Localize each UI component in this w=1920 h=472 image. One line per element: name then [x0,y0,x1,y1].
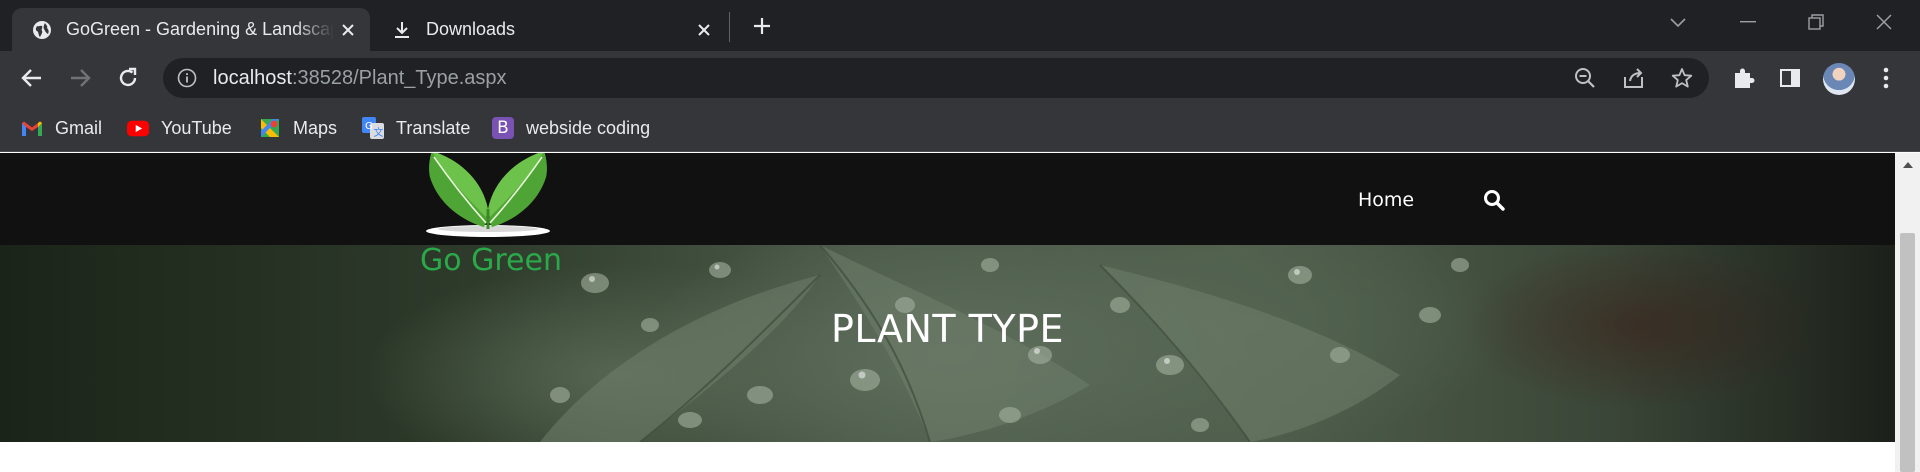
browser-window: GoGreen - Gardening & Landscaping Downlo… [0,0,1920,472]
close-icon[interactable] [334,16,362,44]
search-icon[interactable] [1483,189,1505,211]
bookmark-maps[interactable]: Maps [259,114,337,142]
tab-title: Downloads [426,19,516,39]
page-viewport: Home PLANT TYPE Go Green [0,153,1920,472]
close-icon[interactable] [690,16,718,44]
tab-gogreen[interactable]: GoGreen - Gardening & Landscaping [12,8,370,51]
window-close-button[interactable] [1856,4,1912,40]
side-panel-icon[interactable] [1776,64,1804,92]
hero-banner: PLANT TYPE [0,245,1895,442]
bookmark-star-icon[interactable] [1670,66,1694,90]
reload-icon [119,67,137,87]
bookmark-gmail[interactable]: Gmail [21,114,102,142]
profile-avatar[interactable] [1823,63,1855,95]
url-path: :38528/Plant_Type.aspx [291,67,507,89]
site-info-icon[interactable] [177,68,197,88]
bookmark-label: webside coding [526,117,651,138]
share-icon[interactable] [1622,66,1646,90]
tab-downloads[interactable]: Downloads [372,8,726,51]
bookmark-webside-coding[interactable]: B webside coding [492,114,650,142]
gmail-icon [21,117,43,139]
translate-icon: G文 [362,117,384,139]
back-arrow-icon [21,69,41,87]
tab-strip: GoGreen - Gardening & Landscaping Downlo… [0,0,1920,51]
browser-toolbar: localhost:38528/Plant_Type.aspx [0,51,1920,104]
bookmark-label: Translate [396,117,471,138]
zoom-out-icon[interactable] [1573,66,1597,90]
plus-icon [754,18,770,34]
address-bar[interactable]: localhost:38528/Plant_Type.aspx [163,58,1709,98]
svg-text:G: G [365,121,373,132]
globe-icon [32,20,52,40]
forward-button[interactable] [63,61,97,95]
tab-search-button[interactable] [1650,4,1706,40]
extensions-icon[interactable] [1729,64,1757,92]
bookmarks-bar: Gmail YouTube Maps G文 Translate B websid… [0,104,1920,152]
scroll-up-arrow-icon[interactable] [1895,155,1920,175]
logo-text: Go Green [420,243,562,278]
tab-separator [729,12,730,42]
bootstrap-icon: B [492,117,514,139]
bookmark-label: YouTube [161,117,232,138]
bookmark-youtube[interactable]: YouTube [127,114,232,142]
url-host: localhost [213,67,292,89]
bookmark-translate[interactable]: G文 Translate [362,114,470,142]
minimize-button[interactable] [1720,4,1776,40]
bookmark-label: Gmail [55,117,103,138]
minimize-icon [1740,21,1756,23]
page-scrollbar[interactable] [1895,153,1920,472]
new-tab-button[interactable] [747,11,777,41]
svg-text:文: 文 [374,126,384,139]
nav-home-link[interactable]: Home [1358,189,1414,211]
site-header: Home [0,153,1895,245]
close-icon [1876,14,1892,30]
more-menu-icon[interactable] [1872,64,1900,92]
download-icon [392,20,412,40]
hero-title: PLANT TYPE [830,307,1065,351]
scroll-thumb[interactable] [1900,233,1915,472]
restore-icon [1808,14,1824,30]
maps-icon [259,117,281,139]
tab-title: GoGreen - Gardening & Landscaping [66,19,334,39]
restore-button[interactable] [1788,4,1844,40]
reload-button[interactable] [111,61,145,95]
chevron-down-icon [1670,18,1686,28]
youtube-icon [127,117,149,139]
url-text[interactable]: localhost:38528/Plant_Type.aspx [213,67,507,90]
forward-arrow-icon [71,69,91,87]
back-button[interactable] [15,61,49,95]
bookmark-label: Maps [293,117,338,138]
